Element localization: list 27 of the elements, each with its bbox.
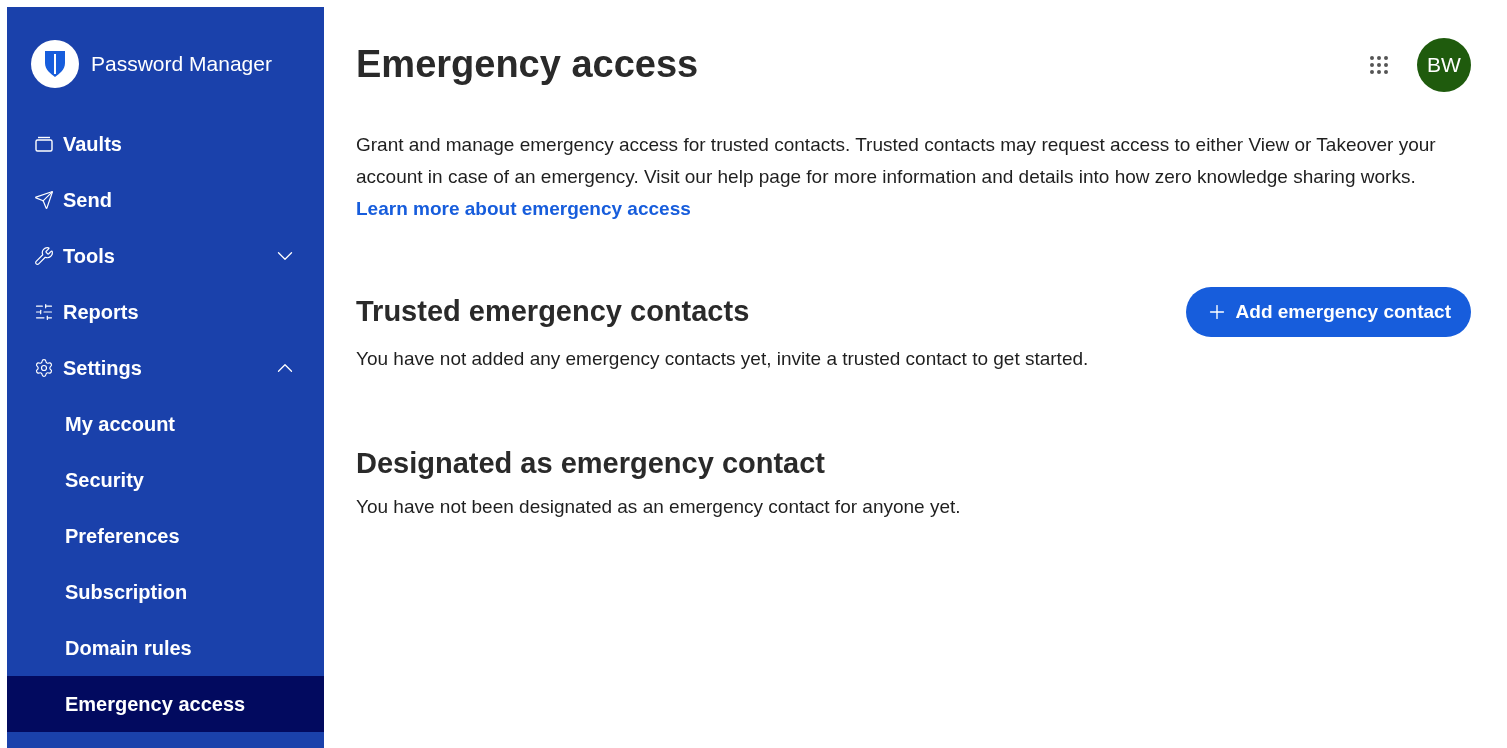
nav-item[interactable]: Vaults: [7, 116, 324, 172]
wrench-icon: [34, 246, 54, 266]
shield-logo-icon: [31, 40, 79, 88]
user-avatar[interactable]: BW: [1417, 37, 1471, 92]
nav-subitem[interactable]: Security: [7, 452, 324, 508]
add-contact-button[interactable]: Add emergency contact: [1185, 287, 1471, 337]
section-title: Trusted emergency contacts: [356, 294, 750, 330]
paper-plane-icon: [34, 190, 54, 210]
nav-item[interactable]: Reports: [7, 284, 324, 340]
nav-subitem[interactable]: Preferences: [7, 508, 324, 564]
nav-subitem[interactable]: Subscription: [7, 564, 324, 620]
gear-icon: [34, 358, 54, 378]
page-title: Emergency access: [356, 42, 699, 87]
nav-item[interactable]: Settings: [7, 340, 324, 396]
nav-subitem[interactable]: My account: [7, 396, 324, 452]
nav-item[interactable]: Tools: [7, 228, 324, 284]
section-title: Designated as emergency contact: [356, 445, 825, 481]
sliders-icon: [34, 302, 54, 322]
nav-subitem[interactable]: Domain rules: [7, 620, 324, 676]
vault-icon: [34, 134, 54, 154]
empty-state-text: You have not added any emergency contacts yet, invite a trusted contact to get started.: [356, 347, 1090, 371]
nav-item[interactable]: Send: [7, 172, 324, 228]
nav-subitem[interactable]: Emergency access: [7, 676, 324, 732]
product-name: Password Manager: [91, 51, 272, 78]
learn-more-link[interactable]: Learn more about emergency access: [356, 198, 691, 219]
empty-state-text: You have not been designated as an emergency contact for anyone yet.: [356, 495, 962, 519]
description-text: Grant and manage emergency access for trusted contacts. Trusted contacts may request access to either View or Takeover your account in case of an emergency. Visit our help page for more information and details into how zero knowledge sharing works. Learn more about emergency access: [356, 133, 1437, 221]
